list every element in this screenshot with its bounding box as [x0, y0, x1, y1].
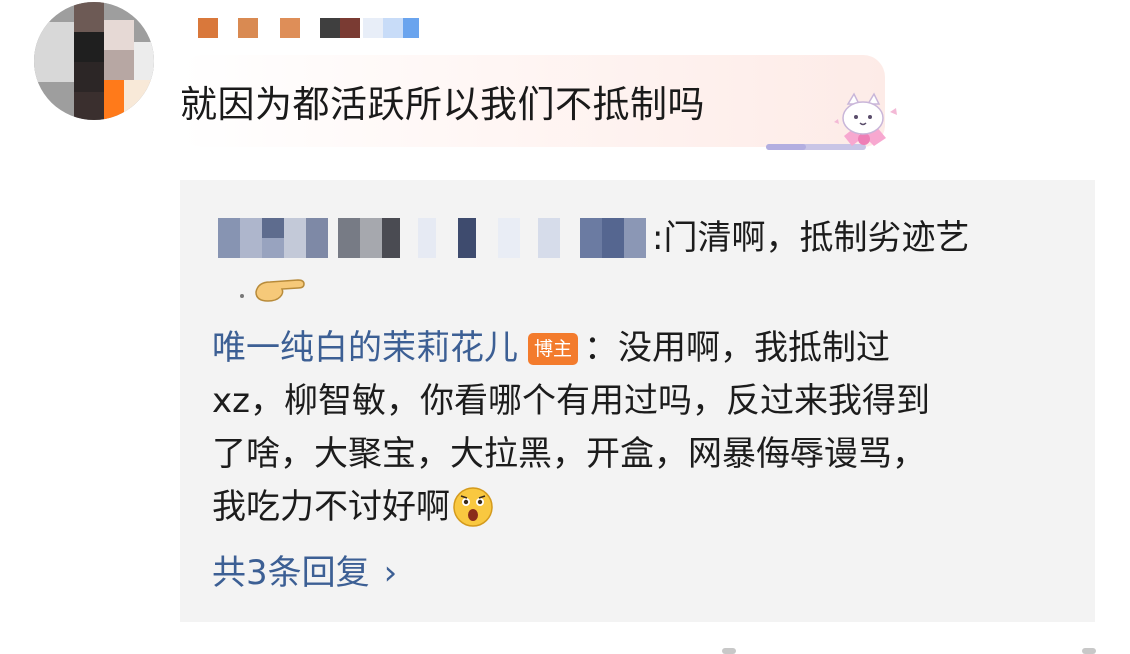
shocked-face-icon [453, 487, 493, 527]
host-reply-line-3: 了啥，大聚宝，大拉黑，开盒，网暴侮辱谩骂， [212, 434, 926, 474]
host-reply-line-1: ：没用啊，我抵制过 [584, 328, 891, 368]
bottom-divider-dot [722, 648, 736, 654]
more-replies-label: 共3条回复 [212, 553, 370, 593]
pointing-hand-icon [240, 279, 305, 302]
reply-author-mosaic[interactable] [218, 216, 650, 260]
bottom-divider-dot [1082, 648, 1096, 654]
commenter-name-mosaic[interactable] [198, 18, 428, 40]
host-badge: 博主 [528, 333, 579, 365]
commenter-avatar[interactable] [34, 2, 154, 120]
more-replies-link[interactable]: 共3条回复 › [212, 545, 397, 594]
comment-text[interactable]: 就因为都活跃所以我们不抵制吗 [180, 74, 705, 128]
host-reply-line-2: xz，柳智敏，你看哪个有用过吗，反过来我得到 [212, 381, 930, 421]
chevron-right-icon: › [383, 553, 398, 593]
host-reply[interactable]: 唯一纯白的茉莉花儿 博主 ：没用啊，我抵制过 xz，柳智敏，你看哪个有用过吗，反过来… [212, 322, 1042, 534]
reply-author-link[interactable]: 唯一纯白的茉莉花儿 [212, 328, 518, 368]
cat-bow-sticker-icon [766, 92, 897, 150]
host-reply-line-4: 我吃力不讨好啊 [212, 487, 450, 527]
reply-text[interactable]: :门清啊，抵制劣迹艺 [652, 210, 969, 259]
